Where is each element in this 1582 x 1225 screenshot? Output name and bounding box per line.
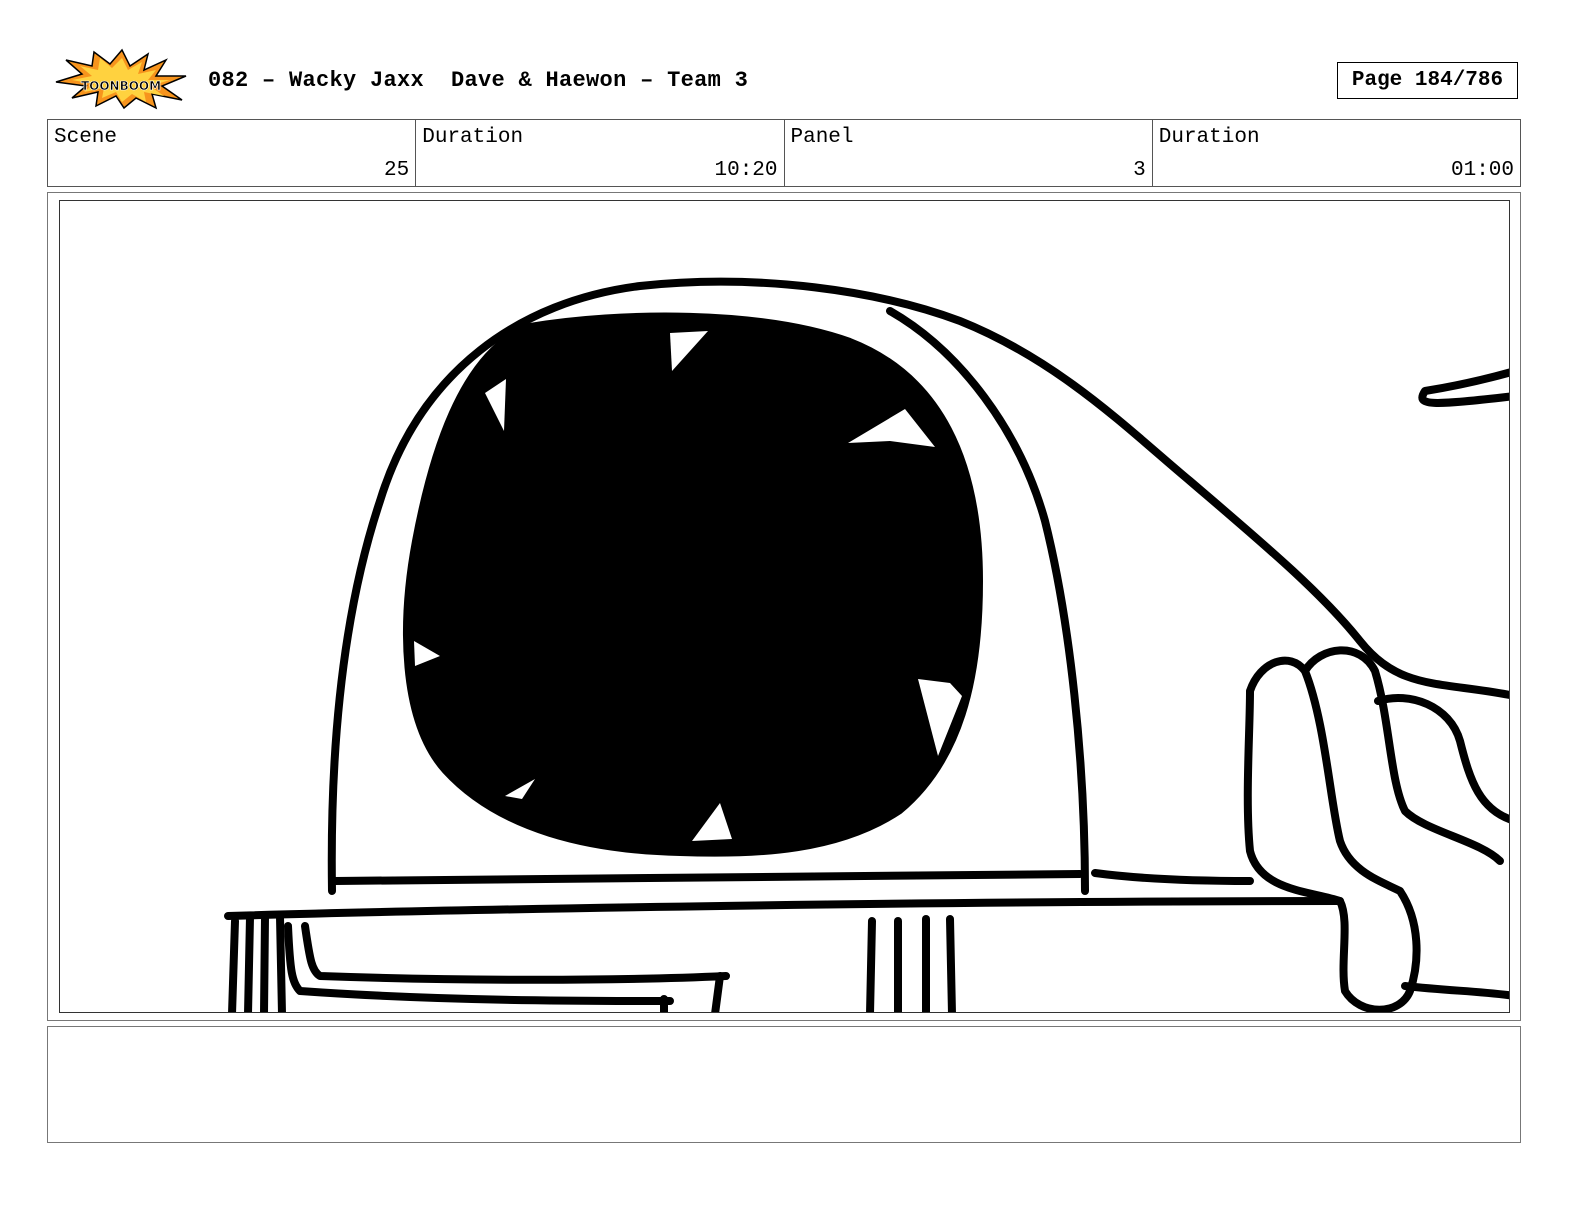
scene-duration-cell: Duration 10:20 [416,120,785,186]
logo-text: TOONBOOM [81,79,161,93]
panel-notes-box[interactable] [47,1026,1521,1143]
scene-duration-value: 10:20 [714,159,778,182]
leg-line-4 [276,913,286,1012]
storyboard-sketch [224,277,1509,1012]
ledge-lower [301,922,730,984]
leg-line-1 [228,917,239,1012]
toonboom-logo: TOONBOOM [52,48,190,110]
scene-value: 25 [384,159,410,182]
panel-drawing-area [59,200,1510,1013]
helmet-rim-right [1091,869,1254,885]
leg-line-3 [260,913,269,1012]
panel-label: Panel [790,126,854,149]
glove-cuff [1401,982,1509,1000]
panel-duration-cell: Duration 01:00 [1153,120,1520,186]
panel-duration-label: Duration [1158,126,1260,149]
ledge-top [224,897,1344,920]
panel-duration-value: 01:00 [1450,159,1514,182]
antenna-stroke [1418,368,1509,407]
panel-value: 3 [1133,159,1146,182]
scene-duration-label: Duration [422,126,524,149]
page-number: Page 184/786 [1337,62,1518,99]
leg-line-2 [244,913,254,1012]
scene-cell: Scene 25 [48,120,417,186]
leg-line-8 [946,915,956,1012]
scene-label: Scene [54,126,118,149]
helmet-rim [331,870,1084,885]
scene-info-table: Scene 25 Duration 10:20 Panel 3 Duration… [47,119,1521,187]
stub-mark-1 [711,972,724,1012]
storyboard-title: 082 – Wacky Jaxx Dave & Haewon – Team 3 [208,68,749,93]
glove-finger-1 [1243,656,1421,1012]
leg-line-5 [866,917,876,1012]
toonboom-logo-graphic: TOONBOOM [55,48,187,110]
ledge-lower-2 [284,922,674,1005]
panel-cell: Panel 3 [785,120,1153,186]
